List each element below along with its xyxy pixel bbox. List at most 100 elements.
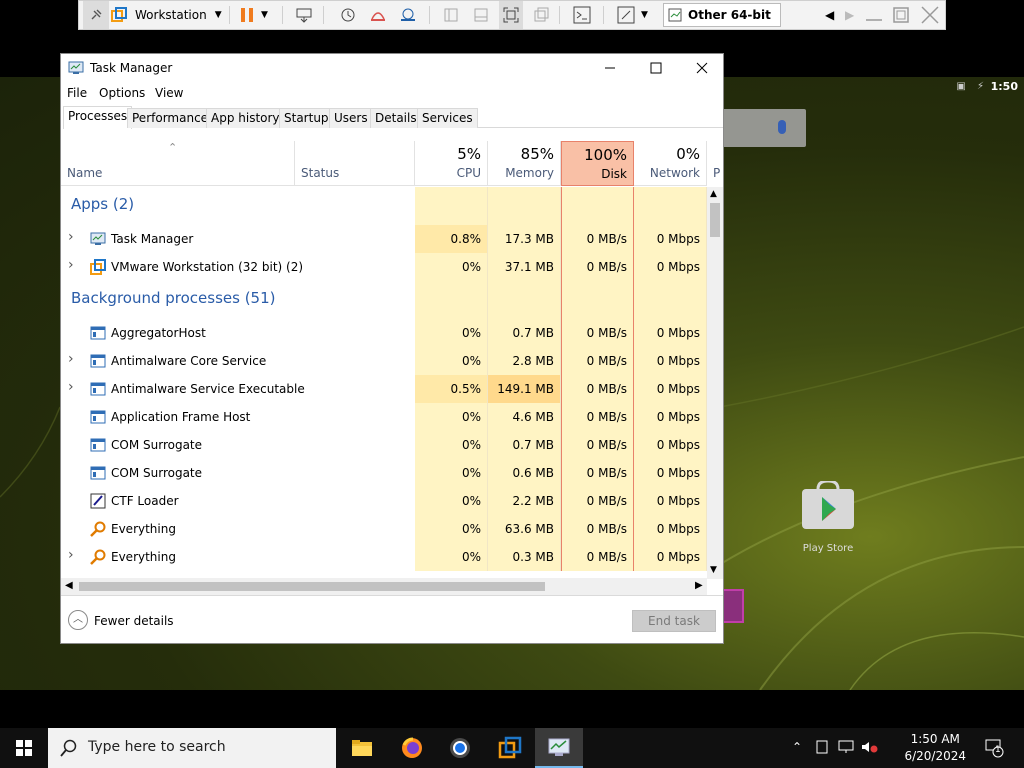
tab-app-history[interactable]: App history bbox=[206, 108, 285, 128]
menu-options[interactable]: Options bbox=[99, 86, 145, 100]
notification-count: 1 bbox=[995, 745, 1001, 755]
play-store-label: Play Store bbox=[802, 543, 854, 554]
collapse-icon[interactable]: ︿ bbox=[68, 610, 88, 630]
show-library-button[interactable] bbox=[443, 1, 459, 29]
minimize-icon[interactable] bbox=[865, 1, 883, 29]
chevron-up-icon[interactable]: ⌃ bbox=[792, 740, 802, 754]
tab-services[interactable]: Services bbox=[417, 108, 478, 128]
table-row[interactable]: COM Surrogate 0% 0.6 MB 0 MB/s 0 Mbps bbox=[61, 459, 707, 487]
scroll-left-icon[interactable]: ◀ bbox=[65, 580, 73, 591]
volume-muted-icon[interactable] bbox=[861, 740, 879, 754]
table-row[interactable]: › Task Manager 0.8% 17.3 MB 0 MB/s 0 Mbps bbox=[61, 225, 707, 253]
close-icon[interactable] bbox=[921, 1, 939, 29]
expand-chevron-icon[interactable]: › bbox=[68, 547, 74, 563]
vertical-scrollbar[interactable]: ▲ ▼ bbox=[707, 187, 723, 579]
horizontal-scrollbar[interactable]: ◀ ▶ bbox=[61, 578, 707, 595]
close-button[interactable] bbox=[679, 54, 725, 82]
table-row[interactable]: Everything 0% 63.6 MB 0 MB/s 0 Mbps bbox=[61, 515, 707, 543]
firefox-button[interactable] bbox=[388, 728, 436, 768]
table-row[interactable]: COM Surrogate 0% 0.7 MB 0 MB/s 0 Mbps bbox=[61, 431, 707, 459]
mic-icon[interactable] bbox=[778, 120, 786, 134]
tab-users[interactable]: Users bbox=[329, 108, 373, 128]
expand-chevron-icon[interactable]: › bbox=[68, 379, 74, 395]
notification-center-button[interactable]: 1 bbox=[984, 738, 1004, 761]
cpu-cell: 0% bbox=[415, 487, 488, 515]
tab-performance[interactable]: Performance bbox=[127, 108, 214, 128]
play-store-icon[interactable] bbox=[800, 481, 856, 531]
column-status[interactable]: Status bbox=[295, 141, 415, 186]
group-header-row[interactable]: Background processes (51) bbox=[61, 281, 707, 319]
vertical-scroll-thumb[interactable] bbox=[710, 203, 720, 237]
scroll-right-icon[interactable]: ▶ bbox=[695, 580, 703, 591]
group-header-row[interactable]: Apps (2) bbox=[61, 187, 707, 225]
file-explorer-button[interactable] bbox=[338, 728, 386, 768]
fewer-details-link[interactable]: Fewer details bbox=[94, 614, 174, 628]
network-cell: 0 Mbps bbox=[634, 431, 707, 459]
full-screen-button[interactable] bbox=[499, 1, 523, 29]
thumbnail-icon bbox=[474, 8, 488, 22]
vmware-icon bbox=[498, 736, 522, 759]
column-name[interactable]: ⌃ Name bbox=[61, 141, 295, 186]
android-clock: 1:50 bbox=[990, 80, 1018, 93]
table-row[interactable]: Application Frame Host 0% 4.6 MB 0 MB/s 0 Mb… bbox=[61, 403, 707, 431]
network-cell: 0 Mbps bbox=[634, 225, 707, 253]
maximize-icon[interactable] bbox=[893, 1, 909, 29]
scroll-down-icon[interactable]: ▼ bbox=[710, 565, 717, 575]
scroll-up-icon[interactable]: ▲ bbox=[710, 189, 717, 199]
network-cell: 0 Mbps bbox=[634, 459, 707, 487]
vmware-taskbar-button[interactable] bbox=[486, 728, 534, 768]
title-bar[interactable]: Task Manager bbox=[61, 54, 723, 82]
windows-taskbar: Type here to search ⌃ 1:50 AM 6/20/2024 … bbox=[0, 728, 1024, 768]
process-name: AggregatorHost bbox=[111, 326, 206, 340]
prev-tab-icon[interactable]: ◀ bbox=[825, 1, 834, 29]
column-memory[interactable]: 85% Memory bbox=[488, 141, 561, 186]
column-network[interactable]: 0% Network bbox=[634, 141, 707, 186]
end-task-button[interactable]: End task bbox=[632, 610, 716, 632]
network-icon[interactable] bbox=[838, 740, 854, 754]
send-ctrl-alt-del-button[interactable] bbox=[295, 1, 313, 29]
expand-chevron-icon[interactable]: › bbox=[68, 229, 74, 245]
library-icon bbox=[444, 8, 458, 22]
next-tab-icon[interactable]: ▶ bbox=[845, 1, 854, 29]
memory-percent: 85% bbox=[520, 145, 554, 163]
pause-button[interactable]: ▼ bbox=[239, 1, 275, 29]
tab-strip: Processes Performance App history Startu… bbox=[63, 106, 723, 129]
workstation-menu[interactable]: Workstation ▼ bbox=[111, 1, 229, 29]
table-row[interactable]: AggregatorHost 0% 0.7 MB 0 MB/s 0 Mbps bbox=[61, 319, 707, 347]
stretch-button[interactable]: ▼ bbox=[617, 1, 648, 29]
task-manager-taskbar-button[interactable] bbox=[535, 728, 583, 768]
taskbar-clock[interactable]: 1:50 AM 6/20/2024 bbox=[904, 731, 966, 765]
expand-chevron-icon[interactable]: › bbox=[68, 257, 74, 273]
thumbnail-bar-button[interactable] bbox=[473, 1, 489, 29]
table-row[interactable]: › Antimalware Service Executable 0.5% 149.1… bbox=[61, 375, 707, 403]
tab-details[interactable]: Details bbox=[370, 108, 422, 128]
table-row[interactable]: CTF Loader 0% 2.2 MB 0 MB/s 0 Mbps bbox=[61, 487, 707, 515]
menu-file[interactable]: File bbox=[67, 86, 87, 100]
maximize-button[interactable] bbox=[633, 54, 679, 82]
tab-startup[interactable]: Startup bbox=[279, 108, 334, 128]
disk-cell: 0 MB/s bbox=[561, 347, 634, 375]
android-search-bar[interactable] bbox=[722, 109, 806, 147]
start-button[interactable] bbox=[0, 728, 48, 768]
menu-view[interactable]: View bbox=[155, 86, 183, 100]
unity-button[interactable] bbox=[533, 1, 549, 29]
chrome-button[interactable] bbox=[436, 728, 484, 768]
pin-icon[interactable] bbox=[83, 1, 109, 29]
column-cpu[interactable]: 5% CPU bbox=[415, 141, 488, 186]
table-row[interactable]: › VMware Workstation (32 bit) (2) 0% 37.1 M… bbox=[61, 253, 707, 281]
vm-tab-other-64bit[interactable]: Other 64-bit bbox=[663, 3, 781, 27]
android-app-icon[interactable] bbox=[722, 589, 744, 623]
revert-snapshot-button[interactable] bbox=[369, 1, 387, 29]
minimize-button[interactable] bbox=[587, 54, 633, 82]
horizontal-scroll-thumb[interactable] bbox=[79, 582, 545, 591]
snapshot-button[interactable] bbox=[339, 1, 357, 29]
console-button[interactable] bbox=[573, 1, 591, 29]
taskbar-search-box[interactable]: Type here to search bbox=[48, 728, 336, 768]
tab-processes[interactable]: Processes bbox=[63, 106, 133, 129]
table-row[interactable]: › Everything 0% 0.3 MB 0 MB/s 0 Mbps bbox=[61, 543, 707, 571]
column-disk[interactable]: 100% Disk bbox=[561, 141, 634, 186]
expand-chevron-icon[interactable]: › bbox=[68, 351, 74, 367]
tablet-icon[interactable] bbox=[816, 740, 828, 754]
table-row[interactable]: › Antimalware Core Service 0% 2.8 MB 0 MB/s 0… bbox=[61, 347, 707, 375]
snapshot-manager-button[interactable] bbox=[399, 1, 417, 29]
